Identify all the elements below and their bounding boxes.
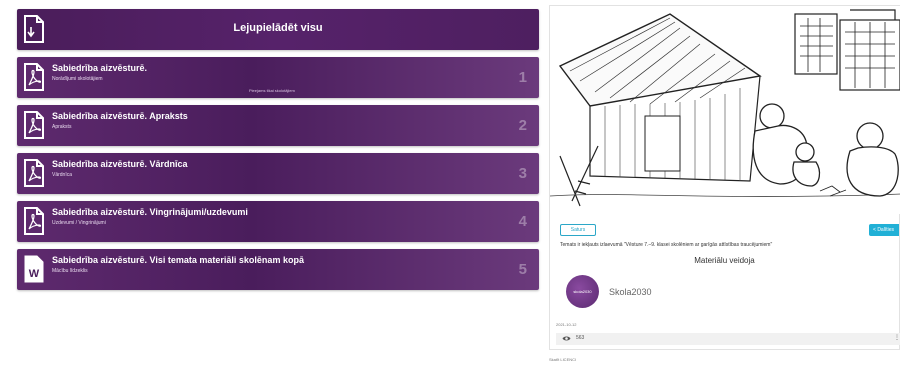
material-subtitle: Apraksts [52, 124, 72, 130]
view-count: 563 [576, 335, 585, 341]
material-number: 1 [518, 69, 527, 86]
material-item-4[interactable]: Sabiedrība aizvēsturē. Vingrinājumi/uzde… [17, 201, 539, 242]
share-icon: < [873, 227, 876, 233]
material-item-5[interactable]: W Sabiedrība aizvēsturē. Visi temata mat… [17, 249, 539, 290]
pdf-icon [24, 159, 44, 187]
material-title: Sabiedrība aizvēsturē. [52, 63, 148, 73]
material-item-3[interactable]: Sabiedrība aizvēsturē. Vārdnīca Vārdnīca… [17, 153, 539, 194]
license-link[interactable]: Skatīt LICENCI [549, 357, 576, 362]
word-icon: W [24, 255, 44, 283]
material-title: Sabiedrība aizvēsturē. Vingrinājumi/uzde… [52, 207, 248, 217]
pdf-icon [24, 111, 44, 139]
material-item-1[interactable]: Sabiedrība aizvēsturē. Norādījumi skolot… [17, 57, 539, 98]
download-all-button[interactable]: Lejupielādēt visu [17, 9, 539, 50]
material-subtitle: Norādījumi skolotājiem [52, 76, 103, 82]
material-number: 5 [518, 261, 527, 278]
preview-panel: Saturs < Dalīties Temats ir iekļauts izl… [549, 5, 900, 350]
publish-date: 2021-10-12 [556, 322, 577, 327]
pdf-icon [24, 63, 44, 91]
eye-icon [562, 336, 571, 341]
material-number: 3 [518, 165, 527, 182]
download-all-label: Lejupielādēt visu [233, 22, 323, 34]
material-number: 2 [518, 117, 527, 134]
word-icon-letter: W [29, 268, 40, 280]
material-title: Sabiedrība aizvēsturē. Vārdnīca [52, 159, 188, 169]
topic-description: Temats ir iekļauts izlaevumā "Vēsture 7.… [560, 242, 773, 248]
provider-logo-text: skola2030 [573, 289, 592, 294]
material-title: Sabiedrība aizvēsturē. Apraksts [52, 111, 188, 121]
stats-bar: 563 ⋮ [556, 333, 900, 345]
more-options-icon[interactable]: ⋮ [894, 334, 900, 341]
material-subtitle: Mācību līdzeklis [52, 268, 88, 274]
prehistoric-scene-illustration [550, 6, 900, 214]
content-tag-button[interactable]: Saturs [560, 224, 596, 236]
material-subtitle: Uzdevumi / Vingrinājumi [52, 220, 106, 226]
material-subtitle: Vārdnīca [52, 172, 73, 178]
share-label: Dalīties [877, 227, 894, 233]
material-title: Sabiedrība aizvēsturē. Visi temata mater… [52, 255, 304, 265]
preview-column: Saturs < Dalīties Temats ir iekļauts izl… [549, 5, 900, 365]
pdf-icon [24, 207, 44, 235]
material-item-2[interactable]: Sabiedrība aizvēsturē. Apraksts Apraksts… [17, 105, 539, 146]
provider-name[interactable]: Skola2030 [609, 287, 652, 297]
provider-logo[interactable]: skola2030 [566, 275, 599, 308]
provider-heading: Materiālu veidoja [694, 256, 755, 265]
material-number: 4 [518, 213, 527, 230]
materials-list: Lejupielādēt visu Sabiedrība aizvēsturē.… [17, 9, 539, 297]
teachers-only-note: Pieejams tikai skolotājiem [249, 88, 295, 93]
share-button[interactable]: < Dalīties [869, 224, 899, 236]
